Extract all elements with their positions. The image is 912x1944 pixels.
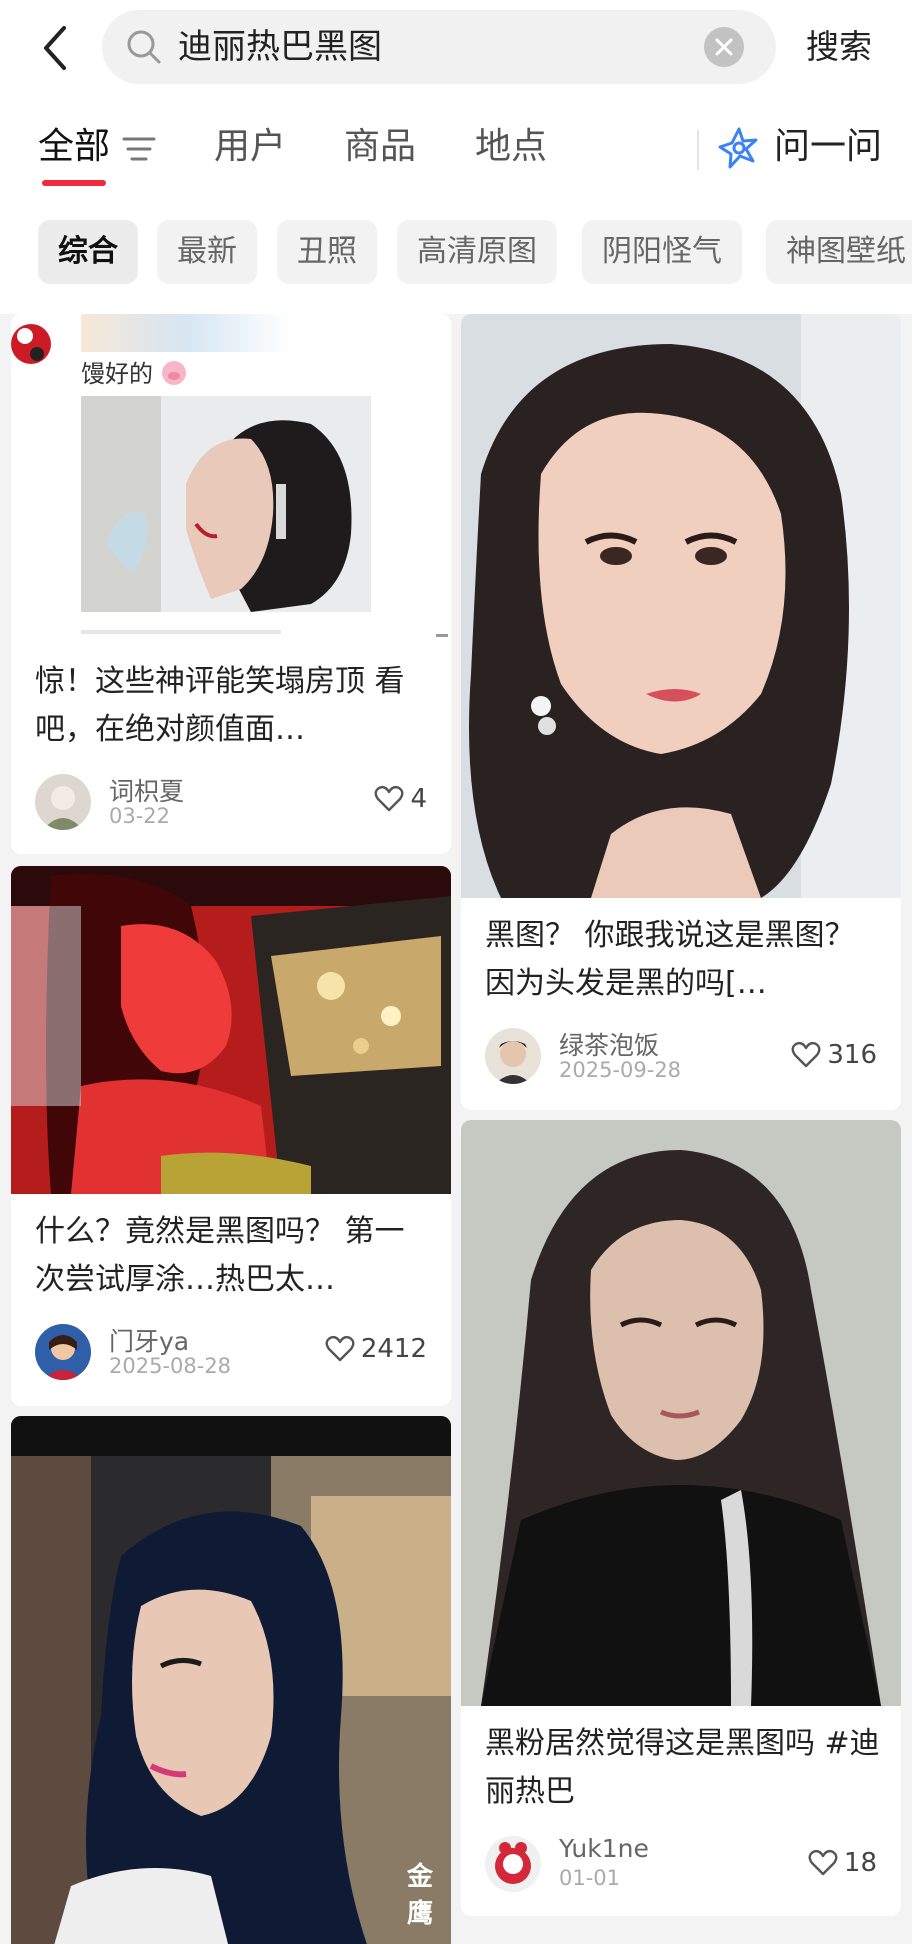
post-card[interactable]: 馒好的 惊！这些神评能笑塌房顶 看吧，在绝对颜值面… 词枳夏 03-22 4 <box>11 314 451 854</box>
tab-divider <box>697 130 699 170</box>
tab-users[interactable]: 用户 <box>214 122 286 172</box>
tab-all[interactable]: 全部 <box>38 122 110 172</box>
like-count[interactable]: 316 <box>791 1040 877 1070</box>
search-button[interactable]: 搜索 <box>806 22 872 72</box>
ask-icon[interactable] <box>718 126 760 172</box>
post-image <box>11 866 451 1194</box>
like-number: 4 <box>410 784 427 814</box>
post-date: 03-22 <box>109 804 171 828</box>
avatar[interactable] <box>35 774 91 830</box>
image-watermark: 金鹰 <box>407 1862 434 1929</box>
author-name: 门牙ya <box>109 1327 190 1356</box>
chip-comprehensive[interactable]: 综合 <box>38 220 138 284</box>
category-tabs: 全部 用户 商品 地点 问一问 <box>0 100 912 200</box>
post-title: 什么？竟然是黑图吗？ 第一次尝试厚涂…热巴太… <box>35 1214 405 1297</box>
post-title: 惊！这些神评能笑塌房顶 看吧，在绝对颜值面… <box>35 664 405 747</box>
post-date: 2025-08-28 <box>109 1354 232 1378</box>
post-date: 2025-09-28 <box>559 1058 682 1082</box>
filter-chips: 综合 最新 丑照 高清原图 阴阳怪气 神图壁纸 <box>0 200 912 314</box>
post-image <box>461 1120 901 1706</box>
avatar[interactable] <box>35 1324 91 1380</box>
like-number: 2412 <box>360 1334 427 1364</box>
like-number: 316 <box>827 1040 877 1070</box>
active-tab-indicator <box>42 180 106 186</box>
post-image <box>11 1416 451 1944</box>
pig-emoji-icon <box>162 360 186 385</box>
author-name: 绿茶泡饭 <box>559 1031 660 1060</box>
tab-places[interactable]: 地点 <box>475 122 547 172</box>
post-title: 黑图？ 你跟我说这是黑图？因为头发是黑的吗[… <box>485 918 855 1001</box>
filter-icon[interactable] <box>122 135 156 163</box>
image-caption: 馒好的 <box>81 354 189 389</box>
like-count[interactable]: 4 <box>374 784 427 814</box>
heart-icon <box>375 785 404 812</box>
post-image <box>461 314 901 898</box>
chip-sarcasm[interactable]: 阴阳怪气 <box>582 220 742 284</box>
chip-latest[interactable]: 最新 <box>157 220 257 284</box>
post-card[interactable]: 金鹰 <box>11 1416 451 1944</box>
back-icon[interactable] <box>34 22 78 74</box>
like-count[interactable]: 2412 <box>325 1334 427 1364</box>
heart-icon <box>808 1849 838 1876</box>
heart-icon <box>791 1041 821 1068</box>
chip-wallpaper[interactable]: 神图壁纸 <box>766 220 912 284</box>
post-card[interactable]: 什么？竟然是黑图吗？ 第一次尝试厚涂…热巴太… 门牙ya 2025-08-28 … <box>11 866 451 1406</box>
search-input[interactable]: 迪丽热巴黑图 <box>102 10 776 84</box>
post-title: 黑粉居然觉得这是黑图吗 #迪丽热巴 <box>485 1726 880 1809</box>
chip-ugly-photos[interactable]: 丑照 <box>277 220 377 284</box>
author-name: Yuk1ne <box>559 1834 649 1863</box>
post-date: 01-01 <box>559 1866 621 1890</box>
top-bar: 迪丽热巴黑图 搜索 <box>0 0 912 100</box>
chip-hd-original[interactable]: 高清原图 <box>397 220 557 284</box>
heart-icon <box>325 1335 355 1362</box>
caption-text: 馒好的 <box>81 360 153 388</box>
post-image <box>11 314 451 650</box>
like-number: 18 <box>843 1848 877 1878</box>
avatar[interactable] <box>485 1028 541 1084</box>
post-card[interactable]: 黑粉居然觉得这是黑图吗 #迪丽热巴 Yuk1ne 01-01 18 <box>461 1120 901 1916</box>
search-icon <box>124 27 164 67</box>
like-count[interactable]: 18 <box>808 1848 877 1878</box>
search-query: 迪丽热巴黑图 <box>178 27 382 67</box>
ask-button[interactable]: 问一问 <box>774 122 882 172</box>
clear-icon[interactable] <box>704 27 744 67</box>
author-name: 词枳夏 <box>109 777 185 806</box>
avatar[interactable] <box>485 1836 541 1892</box>
tab-products[interactable]: 商品 <box>344 122 416 172</box>
post-card[interactable]: 黑图？ 你跟我说这是黑图？因为头发是黑的吗[… 绿茶泡饭 2025-09-28 … <box>461 314 901 1110</box>
